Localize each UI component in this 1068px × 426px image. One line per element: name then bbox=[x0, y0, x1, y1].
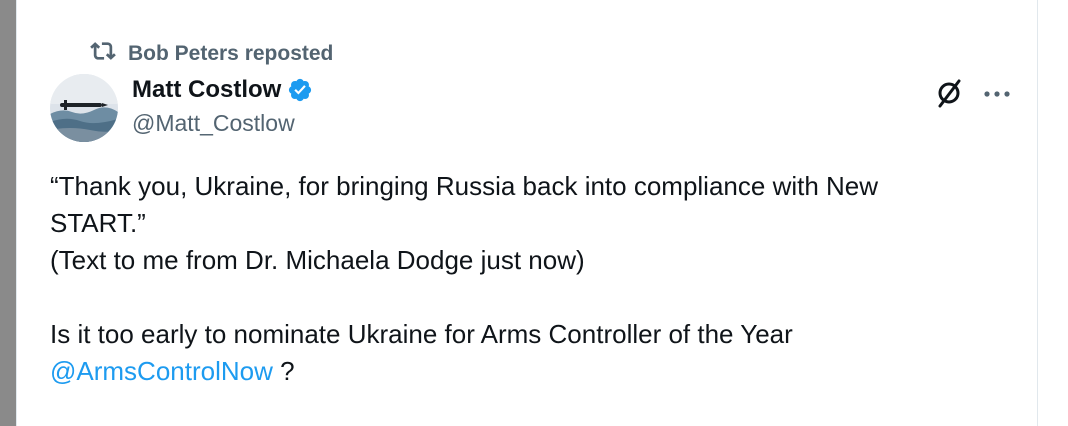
repost-context[interactable]: Bob Peters reposted bbox=[90, 38, 333, 70]
author-handle[interactable]: @Matt_Costlow bbox=[132, 110, 295, 137]
tweet-suffix: ? bbox=[272, 356, 295, 386]
tweet-line: “Thank you, Ukraine, for bringing Russia… bbox=[50, 171, 879, 201]
right-divider bbox=[1037, 0, 1038, 426]
avatar[interactable] bbox=[50, 74, 118, 142]
mention-link[interactable]: @ArmsControlNow bbox=[50, 356, 273, 386]
tweet-line-mention: @ArmsControlNow ? bbox=[50, 353, 1010, 390]
author-display-name[interactable]: Matt Costlow bbox=[132, 76, 281, 104]
grok-icon[interactable] bbox=[932, 76, 966, 110]
tweet-text: “Thank you, Ukraine, for bringing Russia… bbox=[50, 168, 1010, 390]
tweet-line: START.” bbox=[50, 208, 146, 238]
more-icon[interactable] bbox=[980, 84, 1014, 104]
repost-icon bbox=[90, 38, 116, 70]
repost-label: Bob Peters reposted bbox=[128, 42, 334, 65]
tweet-line: Is it too early to nominate Ukraine for … bbox=[50, 319, 793, 349]
tweet-line: (Text to me from Dr. Michaela Dodge just… bbox=[50, 245, 585, 275]
author-name-row[interactable]: Matt Costlow bbox=[132, 76, 313, 104]
verified-badge-icon[interactable] bbox=[287, 77, 313, 103]
left-gutter bbox=[0, 0, 16, 426]
left-divider bbox=[16, 0, 17, 426]
